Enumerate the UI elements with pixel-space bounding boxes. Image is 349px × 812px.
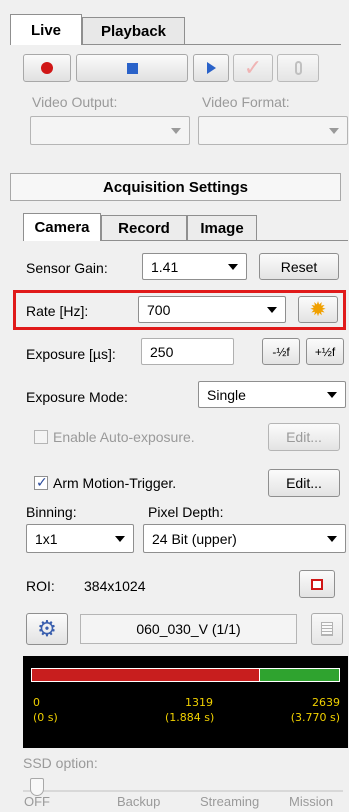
file-name-field: 060_030_V (1/1) <box>80 614 297 644</box>
roi-select-button[interactable] <box>299 570 335 598</box>
binning-value: 1x1 <box>35 530 58 547</box>
pixel-depth-value: 24 Bit (upper) <box>152 530 237 547</box>
chevron-down-icon <box>267 306 277 313</box>
auto-exposure-edit-button[interactable]: Edit... <box>268 423 340 451</box>
buffer-mid-time: (1.884 s) <box>165 711 215 724</box>
sensor-gain-dropdown[interactable]: 1.41 <box>142 253 247 280</box>
rate-value: 700 <box>147 301 171 318</box>
arm-motion-trigger-label: Arm Motion-Trigger. <box>53 475 177 491</box>
sensor-gain-value: 1.41 <box>151 258 179 275</box>
half-f-minus-label: -½f <box>272 344 290 359</box>
ssd-option-label: SSD option: <box>23 755 98 771</box>
stop-icon <box>126 62 138 74</box>
tab-live[interactable]: Live <box>10 14 82 45</box>
half-f-plus-label: +½f <box>314 344 336 359</box>
tab-image[interactable]: Image <box>187 215 257 241</box>
roi-value: 384x1024 <box>84 578 146 594</box>
sun-icon: ✹ <box>309 298 327 321</box>
list-icon <box>321 622 333 636</box>
auto-exposure-checkbox[interactable] <box>34 430 48 444</box>
tab-playback[interactable]: Playback <box>82 17 185 44</box>
buffer-progress-panel: 0 (0 s) 1319 (1.884 s) 2639 (3.770 s) <box>23 656 348 748</box>
paperclip-icon <box>294 61 302 75</box>
half-f-plus-button[interactable]: +½f <box>306 338 344 365</box>
record-button[interactable] <box>23 54 71 82</box>
binning-label: Binning: <box>26 504 77 520</box>
auto-exposure-edit-label: Edit... <box>286 429 322 445</box>
ssd-tick-backup: Backup <box>117 794 161 809</box>
attach-button[interactable] <box>277 54 319 82</box>
chevron-down-icon <box>329 127 339 134</box>
stop-button[interactable] <box>76 54 188 82</box>
auto-exposure-label: Enable Auto-exposure. <box>53 429 195 445</box>
tab-camera-label: Camera <box>34 219 90 236</box>
play-icon <box>206 62 216 74</box>
buffer-filled-bar <box>31 668 260 682</box>
exposure-mode-label: Exposure Mode: <box>26 389 128 405</box>
rate-dropdown[interactable]: 700 <box>138 296 286 323</box>
chevron-down-icon <box>327 391 337 398</box>
roi-label: ROI: <box>26 578 55 594</box>
pixel-depth-dropdown[interactable]: 24 Bit (upper) <box>143 524 346 553</box>
exposure-input[interactable]: 250 <box>141 338 234 365</box>
tab-image-label: Image <box>200 220 244 237</box>
exposure-label: Exposure [µs]: <box>26 346 116 362</box>
exposure-value: 250 <box>150 343 174 360</box>
reset-button[interactable]: Reset <box>259 253 339 280</box>
motion-trigger-edit-button[interactable]: Edit... <box>268 469 340 497</box>
buffer-start-time: (0 s) <box>33 711 58 724</box>
rate-label: Rate [Hz]: <box>26 303 89 319</box>
list-button[interactable] <box>311 613 343 645</box>
buffer-start-frame: 0 <box>33 696 40 709</box>
exposure-mode-dropdown[interactable]: Single <box>198 381 346 408</box>
arm-motion-trigger-checkbox[interactable] <box>34 474 48 491</box>
chevron-down-icon <box>171 127 181 134</box>
ssd-tick-off: OFF <box>24 794 50 809</box>
gear-icon: ⚙ <box>37 616 57 641</box>
buffer-end-time: (3.770 s) <box>290 711 340 724</box>
tab-live-label: Live <box>30 21 61 39</box>
exposure-mode-value: Single <box>207 386 246 403</box>
roi-icon <box>311 578 323 590</box>
auto-rate-button[interactable]: ✹ <box>298 296 338 323</box>
reset-label: Reset <box>280 258 318 275</box>
motion-trigger-edit-label: Edit... <box>286 475 322 491</box>
acquisition-settings-title: Acquisition Settings <box>102 178 248 196</box>
video-format-label: Video Format: <box>202 94 290 110</box>
acquisition-settings-header[interactable]: Acquisition Settings <box>10 173 341 201</box>
binning-dropdown[interactable]: 1x1 <box>26 524 134 553</box>
play-button[interactable] <box>193 54 229 82</box>
confirm-button[interactable]: ✓ <box>233 54 273 82</box>
buffer-mid-frame: 1319 <box>185 696 213 709</box>
tab-playback-label: Playback <box>100 22 167 40</box>
video-output-dropdown[interactable] <box>30 116 190 145</box>
checkmark-icon: ✓ <box>243 55 263 80</box>
tab-record-label: Record <box>118 220 170 237</box>
sensor-gain-label: Sensor Gain: <box>26 260 108 276</box>
ssd-slider-track <box>23 790 343 792</box>
settings-button[interactable]: ⚙ <box>26 613 68 645</box>
chevron-down-icon <box>327 535 337 542</box>
tab-camera[interactable]: Camera <box>23 213 101 241</box>
buffer-free-bar <box>260 668 340 682</box>
ssd-tick-mission: Mission <box>289 794 334 809</box>
video-output-label: Video Output: <box>32 94 118 110</box>
buffer-end-frame: 2639 <box>312 696 340 709</box>
file-name-value: 060_030_V (1/1) <box>136 621 241 637</box>
record-icon <box>41 62 53 74</box>
ssd-tick-streaming: Streaming <box>200 794 260 809</box>
video-format-dropdown[interactable] <box>198 116 348 145</box>
chevron-down-icon <box>228 263 238 270</box>
pixel-depth-label: Pixel Depth: <box>148 504 224 520</box>
chevron-down-icon <box>115 535 125 542</box>
half-f-minus-button[interactable]: -½f <box>262 338 300 365</box>
tab-record[interactable]: Record <box>101 215 187 241</box>
